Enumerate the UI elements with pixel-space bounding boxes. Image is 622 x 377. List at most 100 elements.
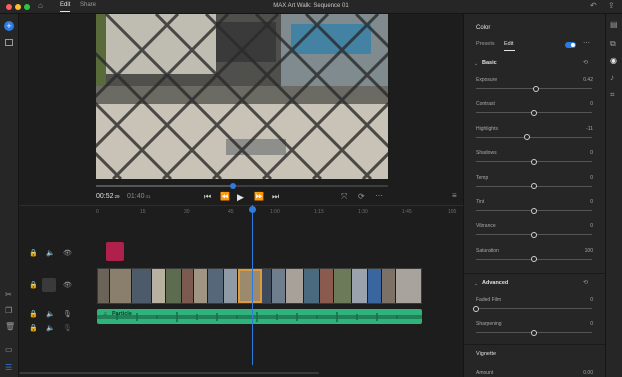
go-to-start-icon[interactable]: ⏮ <box>204 193 211 201</box>
section-vignette[interactable]: Vignette <box>476 351 496 357</box>
video-clip[interactable] <box>194 269 208 303</box>
eye-icon[interactable]: 👁 <box>63 250 72 258</box>
lock-icon[interactable]: 🔒 <box>29 250 38 258</box>
chevron-down-icon[interactable]: ⌄ <box>474 60 478 68</box>
timeline-icon[interactable]: ☰ <box>5 364 12 372</box>
trash-icon[interactable]: 🗑 <box>5 323 15 331</box>
slider-track[interactable] <box>476 134 592 141</box>
slider-value[interactable]: 0 <box>590 223 593 229</box>
video-clip[interactable] <box>208 269 224 303</box>
speaker-icon[interactable]: 🔈 <box>46 311 55 319</box>
slider-handle[interactable] <box>533 85 540 92</box>
slider-track[interactable] <box>473 305 592 312</box>
slider-value[interactable]: -11 <box>586 126 593 132</box>
scissors-icon[interactable]: ✂ <box>5 291 12 299</box>
tab-presets[interactable]: Presets <box>476 41 495 47</box>
speaker-icon[interactable]: 🔈 <box>46 325 55 333</box>
section-basic[interactable]: Basic <box>482 60 497 66</box>
scrub-bar[interactable] <box>96 183 388 189</box>
slider-handle[interactable] <box>531 231 537 238</box>
video-frame[interactable] <box>96 14 388 179</box>
slider-track[interactable] <box>476 256 592 263</box>
video-clip[interactable] <box>382 269 396 303</box>
slider-track[interactable] <box>476 109 592 116</box>
crop-icon[interactable]: ⌗ <box>610 91 615 99</box>
share-icon[interactable]: ⇪ <box>608 2 615 10</box>
time-ruler[interactable]: 0 15 30 45 1:00 1:15 1:30 1:45 100 <box>19 205 463 217</box>
video-clip[interactable] <box>152 269 166 303</box>
playhead[interactable] <box>249 205 256 365</box>
color-enable-toggle[interactable] <box>565 42 576 48</box>
video-clip[interactable] <box>132 269 152 303</box>
step-back-icon[interactable]: ⏪ <box>220 193 230 201</box>
playhead-handle[interactable] <box>249 206 256 213</box>
video-clip[interactable] <box>110 269 132 303</box>
timeline-scrollbar[interactable] <box>19 369 463 377</box>
menu-icon[interactable]: ≡ <box>452 192 457 200</box>
video-clip[interactable] <box>98 269 110 303</box>
slider-track[interactable] <box>476 85 592 92</box>
slider-value[interactable]: 100 <box>585 248 593 254</box>
slider-handle[interactable] <box>531 183 537 190</box>
section-advanced[interactable]: Advanced <box>482 280 508 286</box>
slider-track[interactable] <box>476 231 592 238</box>
more-options-icon[interactable]: ⋯ <box>583 40 590 48</box>
video-clip[interactable] <box>352 269 368 303</box>
selected-video-clip[interactable] <box>238 269 262 303</box>
slider-value[interactable]: 0 <box>590 297 593 303</box>
lock-icon[interactable]: 🔒 <box>29 325 38 333</box>
title-clip[interactable] <box>106 242 124 261</box>
slider-track[interactable] <box>476 207 592 214</box>
slider-handle[interactable] <box>531 329 537 336</box>
video-clip[interactable] <box>182 269 194 303</box>
slider-value[interactable]: 0.42 <box>583 77 593 83</box>
plus-icon[interactable]: + <box>4 21 14 31</box>
undo-icon[interactable]: ↶ <box>590 2 597 10</box>
play-icon[interactable]: ▶ <box>237 193 244 202</box>
target-track-button[interactable] <box>42 278 56 292</box>
slider-value[interactable]: 0 <box>590 321 593 327</box>
slider-value[interactable]: 0 <box>590 101 593 107</box>
slider-handle[interactable] <box>524 134 531 141</box>
duplicate-icon[interactable]: ❐ <box>5 307 12 315</box>
slider-value[interactable]: 0 <box>590 150 593 156</box>
go-to-end-icon[interactable]: ⏭ <box>272 193 279 201</box>
slider-value[interactable]: 0 <box>590 199 593 205</box>
slider-value[interactable]: 0 <box>590 175 593 181</box>
video-clip[interactable] <box>262 269 272 303</box>
speaker-icon[interactable]: 🔈 <box>46 250 55 258</box>
video-clip[interactable] <box>272 269 286 303</box>
transform-icon[interactable]: ⧉ <box>610 40 616 48</box>
split-view-icon[interactable]: ▭ <box>5 346 13 354</box>
color-icon[interactable]: ◉ <box>610 57 617 65</box>
audio-icon[interactable]: ♪ <box>610 74 614 82</box>
chevron-down-icon[interactable]: ⌄ <box>474 280 478 288</box>
video-clip[interactable] <box>396 269 421 303</box>
scrub-handle[interactable] <box>230 183 236 189</box>
more-icon[interactable]: ⋯ <box>375 192 383 200</box>
slider-handle[interactable] <box>531 109 537 116</box>
eye-icon[interactable]: 👁 <box>63 282 72 290</box>
slider-handle[interactable] <box>531 158 537 165</box>
video-clip[interactable] <box>286 269 304 303</box>
loop-icon[interactable]: ⟳ <box>358 193 365 201</box>
slider-value[interactable]: 0.00 <box>583 370 593 376</box>
video-clip[interactable] <box>368 269 382 303</box>
reset-icon[interactable]: ⟲ <box>583 279 588 287</box>
lock-icon[interactable]: 🔒 <box>29 282 38 290</box>
slider-handle[interactable] <box>473 305 479 312</box>
media-icon[interactable] <box>5 39 13 46</box>
video-clip[interactable] <box>304 269 320 303</box>
fit-to-frame-icon[interactable]: ⤧ <box>341 193 347 201</box>
step-forward-icon[interactable]: ⏩ <box>254 193 264 201</box>
tab-color-edit[interactable]: Edit <box>504 41 513 47</box>
slider-handle[interactable] <box>531 256 537 263</box>
video-clip[interactable] <box>334 269 352 303</box>
video-clip[interactable] <box>166 269 182 303</box>
mic-icon[interactable]: 🎙 <box>63 311 72 319</box>
video-clip[interactable] <box>320 269 334 303</box>
lock-icon[interactable]: 🔒 <box>29 311 38 319</box>
video-clip[interactable] <box>224 269 238 303</box>
slider-track[interactable] <box>476 158 592 165</box>
edit-panel-icon[interactable]: ▤ <box>610 21 618 29</box>
